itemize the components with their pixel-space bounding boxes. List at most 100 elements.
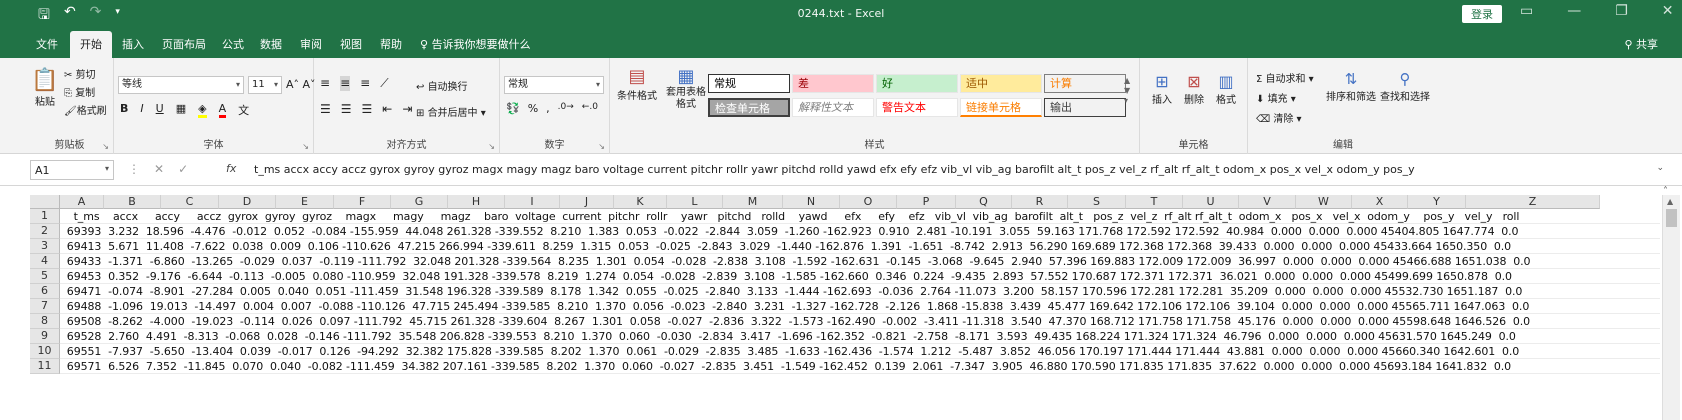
- row-header-2[interactable]: 2: [30, 224, 60, 239]
- row-header-6[interactable]: 6: [30, 284, 60, 299]
- column-header-h[interactable]: H: [448, 195, 505, 209]
- column-header-y[interactable]: Y: [1408, 195, 1466, 209]
- column-header-m[interactable]: M: [723, 195, 783, 209]
- align-left-icon[interactable]: ☰: [320, 102, 331, 116]
- table-row[interactable]: 69508 -8.262 -4.000 -19.023 -0.114 0.026…: [60, 314, 1660, 329]
- column-header-l[interactable]: L: [667, 195, 723, 209]
- underline-button[interactable]: U: [156, 102, 164, 118]
- cell-style-2[interactable]: 好: [876, 74, 958, 93]
- fill-color-icon[interactable]: ◈: [198, 102, 207, 118]
- column-header-g[interactable]: G: [391, 195, 448, 209]
- clear-button[interactable]: ⌫ 清除 ▾: [1256, 110, 1302, 125]
- clipboard-launcher-icon[interactable]: ↘: [102, 142, 109, 151]
- expand-formula-bar-icon[interactable]: ⌄: [1656, 163, 1664, 173]
- column-header-b[interactable]: B: [104, 195, 161, 209]
- cell-style-8[interactable]: 链接单元格: [960, 98, 1042, 117]
- align-right-icon[interactable]: ☰: [362, 102, 373, 116]
- cell-style-9[interactable]: 输出: [1044, 98, 1126, 117]
- gallery-scroll[interactable]: ▲ ▼ ▾: [1124, 76, 1130, 106]
- row-header-8[interactable]: 8: [30, 314, 60, 329]
- phonetic-icon[interactable]: 文: [238, 102, 249, 118]
- table-row[interactable]: 69488 -1.096 19.013 -14.497 0.004 0.007 …: [60, 299, 1660, 314]
- currency-icon[interactable]: 💱: [506, 102, 520, 115]
- tab-review[interactable]: 审阅: [300, 36, 322, 52]
- number-format-select[interactable]: 常规 ▾: [504, 76, 604, 94]
- cancel-icon[interactable]: ✕: [154, 162, 164, 176]
- align-bottom-icon[interactable]: ≡: [360, 76, 370, 91]
- row-header-11[interactable]: 11: [30, 359, 60, 374]
- column-header-i[interactable]: I: [505, 195, 560, 209]
- column-header-v[interactable]: V: [1239, 195, 1296, 209]
- format-as-table-button[interactable]: ▦ 套用表格格式: [662, 66, 710, 111]
- insert-cells-button[interactable]: ⊞ 插入: [1148, 72, 1176, 106]
- sort-filter-button[interactable]: ⇅ 排序和筛选: [1324, 70, 1378, 103]
- conditional-format-button[interactable]: ▤ 条件格式: [616, 66, 658, 102]
- name-box[interactable]: A1 ▾: [30, 160, 114, 180]
- row-header-10[interactable]: 10: [30, 344, 60, 359]
- scrollbar-thumb[interactable]: [1666, 209, 1677, 227]
- font-size-select[interactable]: 11 ▾: [248, 76, 282, 94]
- increase-indent-icon[interactable]: ⇥: [402, 102, 412, 116]
- tab-formulas[interactable]: 公式: [222, 36, 244, 52]
- cell-style-5[interactable]: 检查单元格: [708, 98, 790, 117]
- table-row[interactable]: 69453 0.352 -9.176 -6.644 -0.113 -0.005 …: [60, 269, 1660, 284]
- column-header-p[interactable]: P: [897, 195, 956, 209]
- share-button[interactable]: ⚲ 共享: [1624, 36, 1658, 52]
- delete-cells-button[interactable]: ⊠ 删除: [1180, 72, 1208, 106]
- borders-icon[interactable]: ▦: [176, 102, 186, 118]
- cell-style-1[interactable]: 差: [792, 74, 874, 93]
- cell-style-0[interactable]: 常规: [708, 74, 790, 93]
- tab-home[interactable]: 开始: [70, 31, 112, 60]
- increase-decimal-icon[interactable]: .0→: [558, 102, 574, 115]
- close-icon[interactable]: ✕: [1662, 3, 1674, 19]
- column-header-f[interactable]: F: [334, 195, 391, 209]
- table-row[interactable]: 69551 -7.937 -5.650 -13.404 0.039 -0.017…: [60, 344, 1660, 359]
- font-launcher-icon[interactable]: ↘: [302, 142, 309, 151]
- row-header-5[interactable]: 5: [30, 269, 60, 284]
- row-header-9[interactable]: 9: [30, 329, 60, 344]
- cell-style-7[interactable]: 警告文本: [876, 98, 958, 117]
- column-header-w[interactable]: W: [1296, 195, 1352, 209]
- vertical-scrollbar[interactable]: ▲: [1662, 195, 1680, 420]
- font-name-select[interactable]: 等线 ▾: [118, 76, 244, 94]
- find-select-button[interactable]: ⚲ 查找和选择: [1378, 70, 1432, 103]
- percent-button[interactable]: %: [528, 102, 538, 115]
- align-top-icon[interactable]: ≡: [320, 76, 330, 91]
- column-header-r[interactable]: R: [1012, 195, 1068, 209]
- format-cells-button[interactable]: ▥ 格式: [1212, 72, 1240, 106]
- row-header-3[interactable]: 3: [30, 239, 60, 254]
- decrease-indent-icon[interactable]: ⇤: [382, 102, 392, 116]
- cell-style-4[interactable]: 计算: [1044, 74, 1126, 93]
- column-header-a[interactable]: A: [60, 195, 104, 209]
- font-grow-shrink[interactable]: A˄ A˅: [286, 78, 316, 91]
- align-center-icon[interactable]: ☰: [341, 102, 352, 116]
- minimize-icon[interactable]: —: [1567, 3, 1581, 19]
- ribbon-display-icon[interactable]: ▭: [1520, 3, 1533, 19]
- comma-button[interactable]: ,: [546, 102, 550, 115]
- column-header-u[interactable]: U: [1183, 195, 1239, 209]
- format-painter-button[interactable]: 🖌格式刷: [64, 102, 107, 117]
- column-header-z[interactable]: Z: [1466, 195, 1600, 209]
- tab-data[interactable]: 数据: [260, 36, 282, 52]
- paste-button[interactable]: 📋 粘贴: [30, 68, 60, 108]
- tell-me-search[interactable]: ♀ 告诉我你想要做什么: [420, 36, 531, 52]
- row-header-4[interactable]: 4: [30, 254, 60, 269]
- cell-style-3[interactable]: 适中: [960, 74, 1042, 93]
- column-header-x[interactable]: X: [1352, 195, 1408, 209]
- column-header-d[interactable]: D: [219, 195, 276, 209]
- column-header-c[interactable]: C: [161, 195, 219, 209]
- column-header-n[interactable]: N: [783, 195, 840, 209]
- enter-icon[interactable]: ✓: [178, 162, 188, 176]
- tab-insert[interactable]: 插入: [122, 36, 144, 52]
- row-header-1[interactable]: 1: [30, 209, 60, 224]
- table-row[interactable]: t_ms accx accy accz gyrox gyroy gyroz ma…: [60, 209, 1660, 224]
- number-launcher-icon[interactable]: ↘: [598, 142, 605, 151]
- copy-button[interactable]: ⎘ 复制: [64, 84, 95, 99]
- row-header-7[interactable]: 7: [30, 299, 60, 314]
- formula-input[interactable]: t_ms accx accy accz gyrox gyroy gyroz ma…: [254, 163, 1415, 176]
- fill-button[interactable]: ⬇ 填充 ▾: [1256, 90, 1296, 105]
- table-row[interactable]: 69571 6.526 7.352 -11.845 0.070 0.040 -0…: [60, 359, 1660, 374]
- italic-button[interactable]: I: [140, 102, 143, 118]
- cell-style-6[interactable]: 解释性文本: [792, 98, 874, 117]
- wrap-text-button[interactable]: ↩ 自动换行: [416, 78, 468, 93]
